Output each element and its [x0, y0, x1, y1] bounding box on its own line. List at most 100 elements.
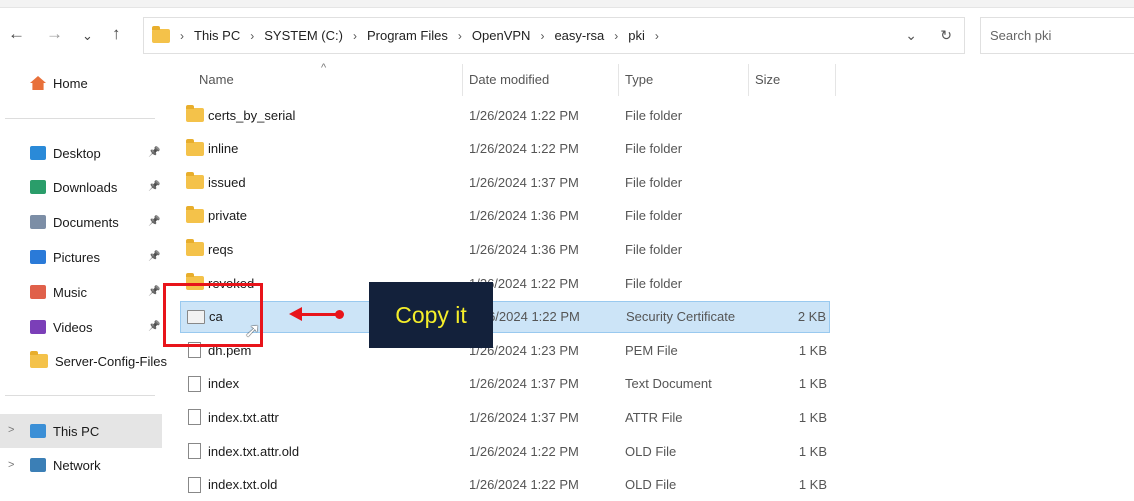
file-size: 1 KB [798, 477, 827, 493]
file-row[interactable]: private 1/26/2024 1:36 PM File folder [180, 200, 830, 232]
pin-icon[interactable]: 📌 [148, 321, 160, 332]
file-date: 1/26/2024 1:22 PM [469, 141, 579, 157]
file-row[interactable]: index.txt.old 1/26/2024 1:22 PM OLD File 1 … [180, 469, 830, 501]
file-date: 1/26/2024 1:22 PM [469, 107, 579, 123]
sidebar-item-label: This PC [53, 423, 100, 439]
file-size: 1 KB [798, 342, 827, 358]
pin-icon[interactable]: 📌 [148, 181, 160, 192]
chevron-right-icon[interactable]: › [353, 29, 357, 43]
refresh-icon[interactable]: ↻ [940, 27, 952, 43]
sidebar-item-documents[interactable]: Documents [30, 212, 119, 232]
chevron-right-icon[interactable]: › [458, 29, 462, 43]
breadcrumb-item[interactable]: pki [628, 28, 645, 43]
column-header-date[interactable]: Date modified [469, 72, 549, 87]
chevron-right-icon[interactable]: › [250, 29, 254, 43]
folder-icon [186, 105, 204, 122]
file-row[interactable]: dh.pem 1/26/2024 1:23 PM PEM File 1 KB [180, 334, 830, 366]
file-name: inline [208, 141, 239, 157]
forward-button[interactable]: → [46, 24, 63, 44]
file-size: 1 KB [798, 443, 827, 459]
chevron-right-icon[interactable]: > [8, 424, 14, 436]
arrow-left-icon [289, 307, 302, 321]
folder-icon [186, 138, 204, 156]
pin-icon[interactable]: 📌 [148, 251, 160, 262]
file-row[interactable]: revoked 1/26/2024 1:22 PM File folder [180, 267, 830, 299]
column-divider[interactable] [618, 64, 619, 96]
sidebar-item-this-pc[interactable]: This PC [30, 421, 99, 441]
sidebar-item-label: Network [53, 457, 101, 473]
chevron-right-icon[interactable]: > [8, 459, 14, 471]
chevron-right-icon[interactable]: › [180, 29, 184, 43]
column-header-type[interactable]: Type [625, 72, 653, 87]
chevron-right-icon[interactable]: › [614, 29, 618, 43]
title-strip [0, 0, 1134, 8]
recent-locations-button[interactable]: ⌄ [82, 28, 93, 44]
file-name: certs_by_serial [208, 107, 296, 123]
chevron-down-icon[interactable]: ⌄ [905, 27, 917, 43]
sidebar-item-network[interactable]: Network [30, 455, 101, 475]
breadcrumb-item[interactable]: This PC [194, 28, 240, 43]
file-icon [188, 375, 201, 392]
sidebar-item-server-config-files[interactable]: Server-Config-Files [30, 351, 167, 371]
file-type: File folder [625, 174, 683, 190]
search-input[interactable]: Search pki [980, 17, 1134, 54]
sidebar-item-music[interactable]: Music [30, 282, 87, 302]
file-date: 1/26/2024 1:37 PM [469, 174, 579, 190]
file-row[interactable]: certs_by_serial 1/26/2024 1:22 PM File fol… [180, 99, 830, 131]
back-button[interactable]: ← [8, 24, 25, 44]
sidebar-item-downloads[interactable]: Downloads [30, 177, 117, 197]
sidebar-item-label: Pictures [53, 249, 100, 265]
column-header-size[interactable]: Size [755, 72, 780, 87]
folder-icon [186, 172, 204, 190]
pin-icon[interactable]: 📌 [148, 216, 160, 227]
pin-icon[interactable]: 📌 [148, 286, 160, 297]
file-name: private [208, 208, 248, 224]
chevron-right-icon[interactable]: › [655, 29, 659, 43]
sidebar-item-label: Server-Config-Files [55, 353, 167, 369]
sidebar-item-videos[interactable]: Videos [30, 317, 93, 337]
file-type: Text Document [625, 376, 712, 392]
column-divider[interactable] [835, 64, 836, 96]
breadcrumb-item[interactable]: SYSTEM (C:) [264, 28, 343, 43]
folder-icon [30, 351, 48, 368]
mouse-cursor-icon: ➚ [244, 320, 261, 342]
file-type: File folder [625, 241, 683, 257]
sidebar-item-label: Desktop [53, 145, 101, 161]
file-row[interactable]: inline 1/26/2024 1:22 PM File folder [180, 133, 830, 165]
file-name: reqs [208, 241, 234, 257]
file-type: File folder [625, 208, 683, 224]
pin-icon[interactable]: 📌 [148, 147, 160, 158]
breadcrumb-item[interactable]: OpenVPN [472, 28, 531, 43]
file-size: 2 KB [797, 309, 826, 325]
chevron-right-icon[interactable]: › [540, 29, 544, 43]
sidebar-item-desktop[interactable]: Desktop [30, 143, 101, 163]
file-row[interactable]: ca 1/26/2024 1:22 PM Security Certificate 2… [180, 300, 830, 333]
breadcrumb-item[interactable]: easy-rsa [554, 28, 604, 43]
file-date: 1/26/2024 1:37 PM [469, 409, 579, 425]
sidebar-item-label: Videos [53, 319, 93, 335]
file-row[interactable]: reqs 1/26/2024 1:36 PM File folder [180, 233, 830, 265]
file-row[interactable]: issued 1/26/2024 1:37 PM File folder [180, 166, 830, 198]
up-button[interactable]: ↑ [112, 24, 121, 44]
sidebar-item-label: Downloads [53, 179, 118, 195]
annotation-label: Copy it [369, 282, 493, 348]
file-size: 1 KB [798, 376, 827, 392]
videos-icon [30, 320, 46, 334]
column-divider[interactable] [462, 64, 463, 96]
column-divider[interactable] [748, 64, 749, 96]
file-row[interactable]: index.txt.attr.old 1/26/2024 1:22 PM OLD F… [180, 435, 830, 467]
folder-icon [186, 205, 204, 223]
sidebar-item-home[interactable]: Home [30, 73, 88, 93]
sidebar-item-label: Home [53, 75, 88, 91]
file-row[interactable]: index.txt.attr 1/26/2024 1:37 PM ATTR File… [180, 401, 830, 433]
file-type: Security Certificate [626, 309, 736, 325]
divider [5, 395, 155, 396]
arrow-tail-dot [335, 310, 344, 319]
column-header-name[interactable]: Name [199, 72, 234, 87]
file-row[interactable]: index 1/26/2024 1:37 PM Text Document 1 KB [180, 368, 830, 400]
sidebar-item-pictures[interactable]: Pictures [30, 247, 100, 267]
breadcrumb-item[interactable]: Program Files [367, 28, 448, 43]
file-icon [188, 476, 201, 493]
address-bar[interactable]: › This PC › SYSTEM (C:) › Program Files › OpenV… [143, 17, 965, 54]
arrow-line [300, 313, 340, 316]
